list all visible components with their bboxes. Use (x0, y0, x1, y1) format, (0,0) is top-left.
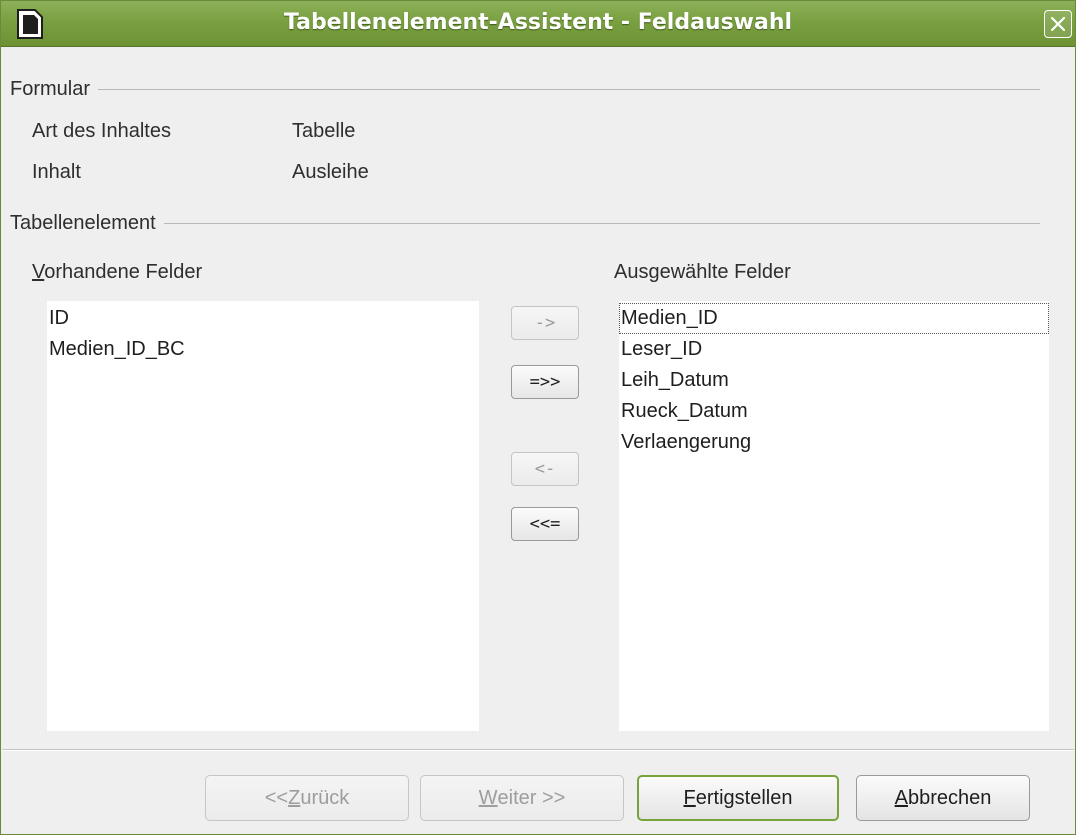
list-item[interactable]: Medien_ID_BC (49, 334, 479, 365)
list-item[interactable]: Verlaengerung (619, 427, 1049, 458)
selected-fields-list[interactable]: Medien_ID Leser_ID Leih_Datum Rueck_Datu… (619, 301, 1049, 731)
tabellenelement-heading: Tabellenelement (10, 212, 156, 234)
move-left-button[interactable]: <- (511, 452, 579, 486)
available-fields-list[interactable]: ID Medien_ID_BC (47, 301, 479, 731)
available-fields-label: Vorhandene Felder (32, 261, 203, 283)
formular-section-header: Formular (10, 78, 1040, 101)
formular-heading: Formular (10, 78, 91, 100)
back-button[interactable]: << Zurück (205, 775, 409, 821)
list-item[interactable]: Rueck_Datum (619, 396, 1049, 427)
formular-divider (98, 89, 1040, 90)
next-button[interactable]: Weiter >> (420, 775, 624, 821)
tabellenelement-section-header: Tabellenelement (10, 212, 1040, 235)
content-label: Inhalt (32, 161, 81, 183)
list-item[interactable]: Leih_Datum (619, 365, 1049, 396)
move-all-right-button[interactable]: =>> (511, 365, 579, 399)
list-item-focused[interactable]: Medien_ID (619, 303, 1049, 334)
window-title: Tabellenelement-Assistent - Feldauswahl (283, 10, 793, 35)
content-value: Ausleihe (292, 161, 369, 183)
list-item[interactable]: ID (49, 303, 479, 334)
finish-button[interactable]: Fertigstellen (637, 775, 839, 821)
move-all-left-button[interactable]: <<= (511, 507, 579, 541)
close-icon (1050, 16, 1066, 32)
move-right-button[interactable]: -> (511, 306, 579, 340)
cancel-button[interactable]: Abbrechen (856, 775, 1030, 821)
tabellenelement-divider (163, 223, 1040, 224)
dialog-window: Tabellenelement-Assistent - Feldauswahl … (0, 0, 1076, 835)
title-bar[interactable]: Tabellenelement-Assistent - Feldauswahl (1, 1, 1075, 47)
content-type-value: Tabelle (292, 120, 356, 142)
content-type-label: Art des Inhaltes (32, 120, 171, 142)
list-item[interactable]: Leser_ID (619, 334, 1049, 365)
footer-divider-highlight (2, 750, 1074, 751)
selected-fields-label: Ausgewählte Felder (614, 261, 791, 283)
close-button[interactable] (1044, 10, 1072, 38)
